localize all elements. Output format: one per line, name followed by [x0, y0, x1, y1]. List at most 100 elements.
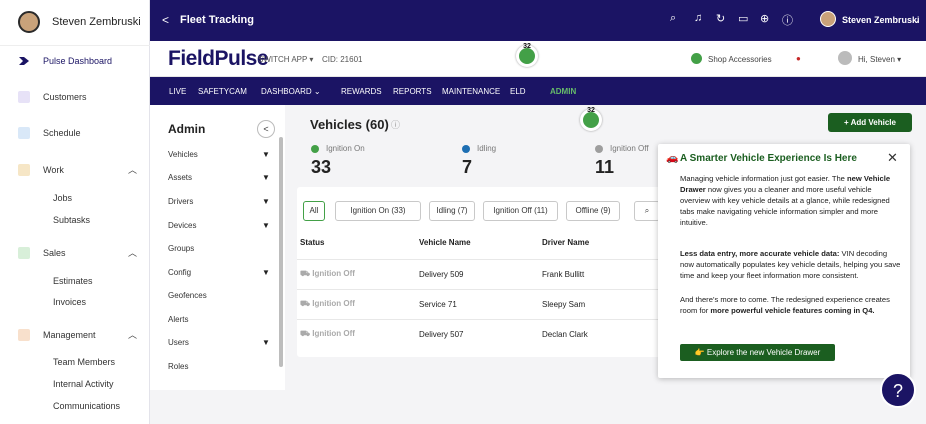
top-bar: < Fleet Tracking ⌕ ♫ ↻ ▭ ⊕ ⓘ Steven Zemb…	[150, 0, 926, 41]
shop-accessories-link[interactable]: Shop Accessories	[708, 55, 772, 64]
greeting-dropdown[interactable]: Hi, Steven ▾	[858, 55, 901, 64]
sidebar-item-pulse-dashboard[interactable]: Pulse Dashboard	[0, 52, 150, 72]
column-status[interactable]: Status	[300, 238, 324, 247]
info-icon[interactable]: ⓘ	[391, 118, 400, 131]
chevron-up-icon[interactable]: ︿	[128, 328, 137, 341]
sidebar-sub-jobs[interactable]: Jobs	[53, 193, 72, 203]
vehicle-name[interactable]: Delivery 509	[419, 270, 463, 279]
filter-ignition-on[interactable]: Ignition On (33)	[335, 201, 421, 221]
sidebar-sub-team-members[interactable]: Team Members	[53, 357, 115, 367]
notification-badge[interactable]: 32	[580, 107, 616, 135]
sidebar-sub-estimates[interactable]: Estimates	[53, 276, 93, 286]
admin-item-devices[interactable]: Devices	[168, 221, 196, 230]
help-button[interactable]: ?	[880, 372, 916, 408]
help-icon[interactable]: ⓘ	[782, 12, 793, 28]
chevron-up-icon[interactable]: ︿	[128, 163, 137, 176]
sidebar-sub-invoices[interactable]: Invoices	[53, 297, 86, 307]
chat-icon[interactable]: ▭	[738, 12, 748, 25]
pulse-icon	[19, 57, 29, 65]
sidebar-item-label: Pulse Dashboard	[43, 56, 113, 66]
nav-live[interactable]: LIVE	[169, 87, 186, 96]
caret-down-icon[interactable]: ▼	[262, 173, 270, 182]
sidebar-item-work[interactable]: Work ︿	[0, 161, 150, 181]
chevron-up-icon[interactable]: ︿	[128, 246, 137, 259]
admin-item-roles[interactable]: Roles	[168, 362, 188, 371]
switch-app-dropdown[interactable]: SWITCH APP ▾	[258, 55, 313, 64]
close-icon[interactable]: ✕	[887, 150, 898, 166]
alert-dot-icon[interactable]: ●	[796, 54, 801, 63]
sidebar-user-name: Steven Zembruski	[52, 16, 141, 28]
admin-item-users[interactable]: Users	[168, 338, 189, 347]
nav-dashboard[interactable]: DASHBOARD ⌄	[261, 87, 321, 96]
status-text: Ignition Off	[312, 329, 355, 338]
column-vehicle-name[interactable]: Vehicle Name	[419, 238, 471, 247]
popup-text-bold: Less data entry, more accurate vehicle d…	[680, 249, 840, 258]
caret-down-icon[interactable]: ▼	[262, 150, 270, 159]
caret-down-icon[interactable]: ▼	[262, 338, 270, 347]
search-icon[interactable]: ⌕	[634, 201, 660, 221]
sidebar-item-customers[interactable]: Customers	[0, 88, 150, 108]
sidebar-item-management[interactable]: Management ︿	[0, 326, 150, 346]
admin-item-alerts[interactable]: Alerts	[168, 315, 188, 324]
notification-badge[interactable]: 32	[516, 43, 552, 71]
sidebar-item-schedule[interactable]: Schedule	[0, 124, 150, 144]
add-icon[interactable]: ⊕	[760, 12, 769, 25]
status-dot-icon	[595, 145, 603, 153]
sidebar-item-label: Management	[43, 330, 96, 340]
nav-maintenance[interactable]: MAINTENANCE	[442, 87, 500, 96]
nav-admin[interactable]: ADMIN	[550, 87, 576, 96]
filter-offline[interactable]: Offline (9)	[566, 201, 620, 221]
column-driver-name[interactable]: Driver Name	[542, 238, 589, 247]
stat-value: 33	[311, 157, 332, 177]
sidebar-item-sales[interactable]: Sales ︿	[0, 244, 150, 264]
filter-all[interactable]: All	[303, 201, 325, 221]
vehicle-name[interactable]: Service 71	[419, 300, 457, 309]
explore-vehicle-drawer-button[interactable]: 👉 Explore the new Vehicle Drawer	[680, 344, 835, 361]
calendar-icon	[18, 127, 30, 139]
avatar[interactable]	[820, 11, 836, 27]
nav-eld[interactable]: ELD	[510, 87, 526, 96]
stat-label: Idling	[477, 144, 497, 153]
sidebar-sub-subtasks[interactable]: Subtasks	[53, 215, 90, 225]
nav-rewards[interactable]: REWARDS	[341, 87, 382, 96]
popup-paragraph-1: Managing vehicle information just got ea…	[680, 173, 902, 228]
admin-item-drivers[interactable]: Drivers	[168, 197, 193, 206]
fieldpulse-logo[interactable]: FieldPulse	[168, 47, 269, 71]
popup-text: Managing vehicle information just got ea…	[680, 174, 848, 183]
sidebar-user[interactable]: Steven Zembruski	[0, 0, 150, 46]
status-badge: ⛟ Ignition Off	[300, 269, 355, 279]
search-icon[interactable]: ⌕	[670, 12, 676, 25]
popup-title: A Smarter Vehicle Experience Is Here	[680, 153, 857, 164]
caret-down-icon[interactable]: ▼	[262, 268, 270, 277]
filter-idling[interactable]: Idling (7)	[429, 201, 475, 221]
customers-icon	[18, 91, 30, 103]
refresh-icon[interactable]: ↻	[716, 12, 725, 25]
caret-down-icon[interactable]: ▼	[262, 221, 270, 230]
scrollbar[interactable]	[279, 137, 283, 367]
chevron-down-icon[interactable]: ⌄	[912, 13, 921, 26]
nav-safetycam[interactable]: SAFETYCAM	[198, 87, 247, 96]
admin-item-assets[interactable]: Assets	[168, 173, 192, 182]
back-button[interactable]: <	[162, 13, 169, 27]
admin-item-geofences[interactable]: Geofences	[168, 291, 207, 300]
popup-paragraph-3: And there’s more to come. The redesigned…	[680, 294, 902, 316]
management-icon	[18, 329, 30, 341]
filter-ignition-off[interactable]: Ignition Off (11)	[483, 201, 558, 221]
caret-down-icon[interactable]: ▼	[262, 197, 270, 206]
sidebar-sub-internal-activity[interactable]: Internal Activity	[53, 379, 114, 389]
sidebar-sub-communications[interactable]: Communications	[53, 401, 120, 411]
stat-label: Ignition On	[326, 144, 365, 153]
vehicle-name[interactable]: Delivery 507	[419, 330, 463, 339]
bell-icon[interactable]: ♫	[694, 12, 702, 24]
admin-item-config[interactable]: Config	[168, 268, 191, 277]
stat-label: Ignition Off	[610, 144, 649, 153]
truck-icon: ⛟	[300, 329, 313, 338]
avatar	[18, 11, 40, 33]
collapse-button[interactable]: <	[257, 120, 275, 138]
vehicles-heading: Vehicles (60)	[310, 117, 389, 132]
admin-item-vehicles[interactable]: Vehicles	[168, 150, 198, 159]
topbar-user-name[interactable]: Steven Zembruski	[842, 15, 920, 25]
admin-item-groups[interactable]: Groups	[168, 244, 194, 253]
add-vehicle-button[interactable]: + Add Vehicle	[828, 113, 912, 132]
nav-reports[interactable]: REPORTS	[393, 87, 432, 96]
